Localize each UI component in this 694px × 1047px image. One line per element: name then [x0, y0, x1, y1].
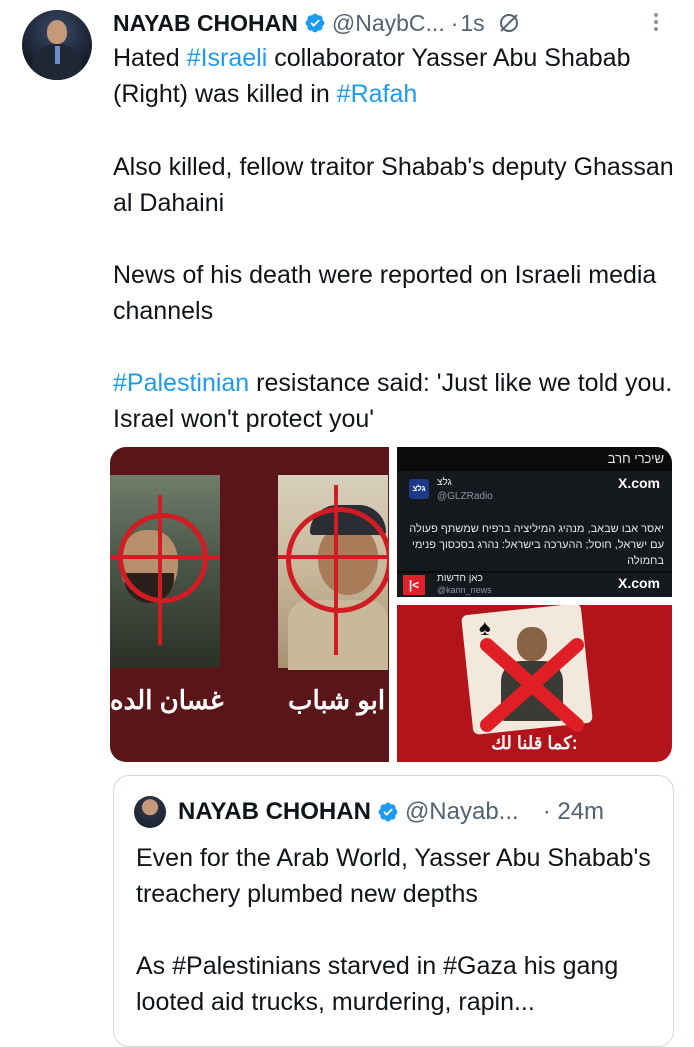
- tweet-media-grid[interactable]: غسان الده ر ابو شباب שיכרי חרב גלצ גלצ @…: [110, 447, 672, 762]
- quoted-author-handle[interactable]: @Nayab...: [405, 798, 519, 826]
- hashtag-link[interactable]: #Rafah: [337, 80, 418, 108]
- label-abu-shabab: ر ابو شباب: [288, 685, 389, 715]
- tweet-paragraph-2: Also killed, fellow traitor Shabab's dep…: [113, 149, 678, 221]
- media-image-targets[interactable]: غسان الده ر ابو شباب: [110, 447, 389, 762]
- news-body-text: יאסר אבו שבאב, מנהיג המיליציה ברפיח שמשת…: [409, 523, 664, 567]
- tweet-text-segment: Hated: [113, 44, 187, 72]
- quoted-author-name[interactable]: NAYAB CHOHAN: [178, 798, 371, 826]
- quoted-paragraph-1: Even for the Arab World, Yasser Abu Shab…: [136, 844, 651, 908]
- hashtag-link[interactable]: #Israeli: [187, 44, 268, 72]
- tweet-paragraph-1: Hated #Israeli collaborator Yasser Abu S…: [113, 40, 678, 112]
- verified-badge-icon: [378, 802, 398, 822]
- quoted-tweet[interactable]: NAYAB CHOHAN @Nayab... · 24m Even for th…: [113, 775, 674, 1047]
- crosshair-left-icon: [110, 475, 220, 668]
- media-image-card[interactable]: ♠ كما قلنا لك:: [397, 605, 672, 762]
- tweet-text-segment: News of his death were reported on Israe…: [113, 261, 657, 325]
- tweet-text-segment: Also killed, fellow traitor Shabab's dep…: [113, 153, 674, 217]
- tweet-paragraph-4: #Palestinian resistance said: 'Just like…: [113, 365, 678, 437]
- avatar-head: [47, 20, 67, 44]
- hashtag-link[interactable]: #Palestinian: [113, 369, 249, 397]
- more-options-icon[interactable]: [646, 10, 666, 36]
- label-ghassan: غسان الده: [110, 685, 224, 715]
- kan-name: כאן חדשות: [437, 573, 483, 584]
- red-x-icon: [480, 638, 584, 732]
- tweet-time[interactable]: 1s: [460, 10, 484, 37]
- grok-icon[interactable]: [497, 11, 521, 35]
- news-header: שיכרי חרב: [607, 451, 664, 466]
- glz-name: גלצ: [437, 477, 452, 488]
- media-image-news-screenshot[interactable]: שיכרי חרב גלצ גלצ @GLZRadio X.com יאסר א…: [397, 447, 672, 597]
- tweet-header: NAYAB CHOHAN @NaybC... · 1s: [113, 8, 521, 38]
- verified-badge-icon: [305, 13, 325, 33]
- kan-logo: |<: [403, 575, 425, 595]
- tweet-paragraph-3: News of his death were reported on Israe…: [113, 257, 678, 329]
- quoted-author-avatar[interactable]: [134, 796, 166, 828]
- kan-handle: @kann_news: [437, 585, 492, 595]
- glz-logo: גלצ: [409, 479, 429, 499]
- quoted-header: NAYAB CHOHAN @Nayab... · 24m: [178, 796, 604, 828]
- news-card-kan: |< כאן חדשות @kann_news X.com: [397, 573, 672, 597]
- author-handle[interactable]: @NaybC...: [332, 10, 445, 37]
- xcom-logo: X.com: [617, 475, 660, 491]
- quoted-paragraph-2: As #Palestinians starved in #Gaza his ga…: [136, 952, 619, 1016]
- separator-dot: ·: [450, 9, 459, 36]
- crosshair-right-icon: [278, 475, 389, 668]
- xcom-logo-2: X.com: [617, 575, 660, 591]
- quoted-time[interactable]: · 24m: [543, 798, 604, 826]
- author-avatar[interactable]: [22, 10, 92, 80]
- avatar-tie: [55, 46, 60, 64]
- glz-handle: @GLZRadio: [437, 491, 493, 502]
- author-name[interactable]: NAYAB CHOHAN: [113, 10, 298, 37]
- card-caption: كما قلنا لك:: [491, 733, 578, 753]
- news-card-glz: גלצ גלצ @GLZRadio X.com יאסר אבו שבאב, מ…: [397, 471, 672, 571]
